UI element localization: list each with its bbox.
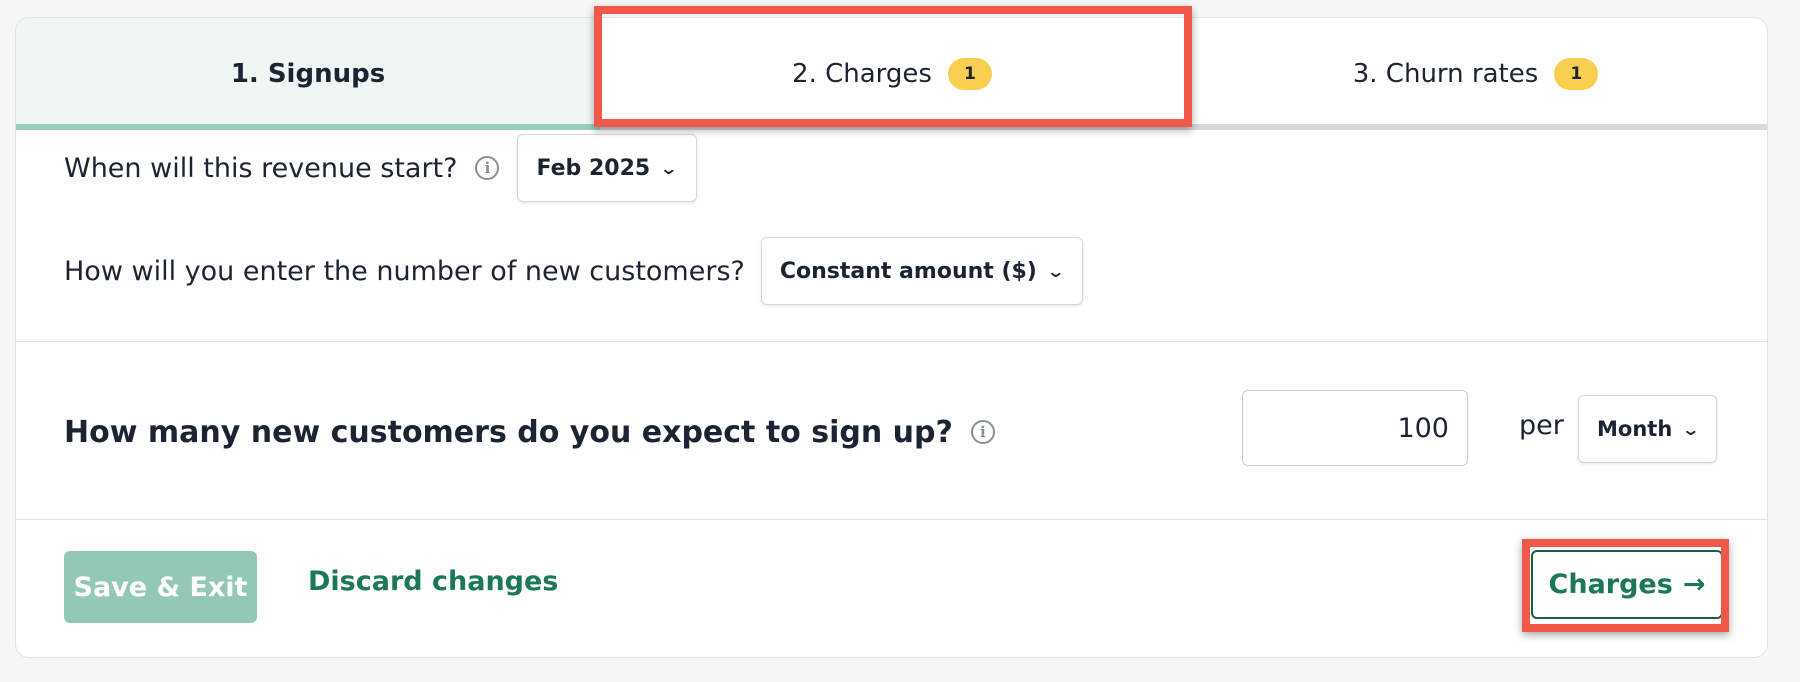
revenue-start-question: When will this revenue start?: [64, 152, 458, 184]
tab-label: 3. Churn rates: [1352, 59, 1539, 89]
footer-divider: [16, 519, 1767, 520]
revenue-start-row: When will this revenue start? i Feb 2025…: [64, 134, 697, 202]
next-charges-button[interactable]: Charges →: [1531, 550, 1723, 619]
revenue-start-value: Feb 2025: [536, 155, 651, 181]
discard-changes-button[interactable]: Discard changes: [308, 566, 558, 597]
arrow-right-icon: →: [1682, 569, 1706, 600]
tab-progress-bar: [16, 124, 600, 130]
tab-signups[interactable]: 1. Signups: [16, 18, 600, 130]
entry-method-row: How will you enter the number of new cus…: [64, 237, 1084, 305]
discard-changes-label: Discard changes: [308, 566, 559, 597]
chevron-down-icon: ⌄: [659, 158, 679, 178]
tab-charges[interactable]: 2. Charges 1: [600, 18, 1184, 130]
info-icon[interactable]: i: [475, 156, 500, 180]
revenue-start-select[interactable]: Feb 2025 ⌄: [517, 134, 697, 202]
tab-progress-bar: [1184, 124, 1767, 130]
signups-question-row: How many new customers do you expect to …: [64, 410, 995, 454]
period-select[interactable]: Month ⌄: [1578, 395, 1717, 463]
period-value: Month: [1597, 417, 1673, 441]
entry-method-select[interactable]: Constant amount ($) ⌄: [760, 237, 1084, 305]
signups-count-input[interactable]: [1242, 390, 1468, 466]
tab-badge: 1: [1554, 58, 1599, 90]
entry-method-value: Constant amount ($): [779, 258, 1037, 284]
info-icon[interactable]: i: [970, 420, 995, 444]
entry-method-question: How will you enter the number of new cus…: [64, 255, 745, 287]
tab-progress-bar: [600, 124, 1184, 130]
section-divider: [16, 341, 1767, 342]
save-exit-button[interactable]: Save & Exit: [64, 551, 257, 623]
tab-churn-rates[interactable]: 3. Churn rates 1: [1184, 18, 1767, 130]
per-label: per: [1519, 410, 1564, 441]
chevron-down-icon: ⌄: [1681, 419, 1701, 439]
tab-label: 1. Signups: [230, 59, 386, 89]
next-charges-label: Charges: [1548, 569, 1673, 600]
signups-form-card: 1. Signups 2. Charges 1 3. Churn rates 1…: [15, 17, 1768, 658]
tab-badge: 1: [947, 58, 992, 90]
step-tabs: 1. Signups 2. Charges 1 3. Churn rates 1: [16, 18, 1767, 130]
signups-question: How many new customers do you expect to …: [64, 414, 953, 450]
save-exit-label: Save & Exit: [73, 571, 248, 603]
chevron-down-icon: ⌄: [1046, 261, 1065, 281]
tab-label: 2. Charges: [792, 59, 932, 89]
